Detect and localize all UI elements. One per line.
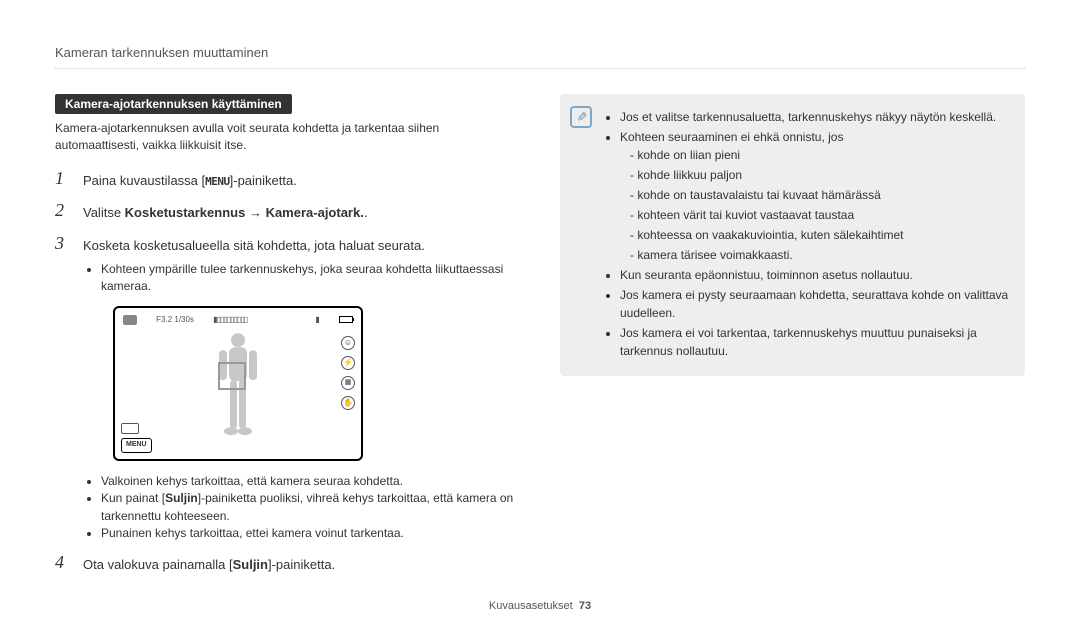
list-item: Valkoinen kehys tarkoittaa, että kamera … (101, 473, 520, 490)
list-item: Jos kamera ei pysty seuraamaan kohdetta,… (620, 286, 1009, 322)
exposure-readout: F3.2 1/30s (156, 314, 194, 326)
mode-icon (123, 315, 137, 325)
note-list: Jos et valitse tarkennusaluetta, tarkenn… (604, 108, 1009, 360)
note-icon (570, 106, 592, 128)
footer-section: Kuvausasetukset (489, 600, 573, 612)
footer-page-number: 73 (579, 600, 591, 612)
subheading-box: Kamera-ajotarkennuksen käyttäminen (55, 94, 292, 114)
battery-icon (339, 316, 353, 323)
camera-right-icons: ☺ ⚡ ▦ ✋ (341, 336, 355, 410)
two-column-layout: Kamera-ajotarkennuksen käyttäminen Kamer… (55, 94, 1025, 585)
after-screen-bullets: Valkoinen kehys tarkoittaa, että kamera … (83, 473, 520, 543)
left-column: Kamera-ajotarkennuksen käyttäminen Kamer… (55, 94, 520, 585)
list-item: Kun painat [Suljin]-painiketta puoliksi,… (101, 490, 520, 525)
page-title: Kameran tarkennuksen muuttaminen (55, 45, 268, 60)
face-detect-icon: ☺ (341, 336, 355, 350)
note-sub-list: kohde on liian pieni kohde liikkuu paljo… (620, 146, 1009, 264)
camera-bottom-left: MENU (121, 423, 152, 453)
step-2: 2 Valitse Kosketustarkennus → Kamera-ajo… (55, 200, 520, 223)
page-header: Kameran tarkennuksen muuttaminen (55, 45, 1025, 69)
step-3: 3 Kosketa kosketusalueella sitä kohdetta… (55, 233, 520, 543)
step-number: 3 (55, 233, 73, 254)
step-number: 2 (55, 200, 73, 221)
step-number: 4 (55, 552, 73, 573)
camera-screen-illustration: F3.2 1/30s ▮▯▯▯▯▯▯▯▯▯ ▮ ☺ ⚡ ▦ ✋ (113, 306, 363, 461)
flag-icon: ▮ (315, 314, 319, 326)
page-footer: Kuvausasetukset 73 (0, 600, 1080, 612)
af-area-icon (121, 423, 139, 434)
subheading-text: Kamera-ajotarkennuksen käyttäminen (65, 97, 282, 111)
list-item: kamera tärisee voimakkaasti. (630, 246, 1009, 264)
step-body: Ota valokuva painamalla [Suljin]-painike… (83, 552, 520, 575)
list-item: kohteessa on vaakakuviointia, kuten säle… (630, 226, 1009, 244)
menu-button-icon: MENU (121, 438, 152, 453)
ev-meter-icon: ▮▯▯▯▯▯▯▯▯▯ (213, 314, 247, 326)
steps-list: 1 Paina kuvaustilassa [MENU]-painiketta.… (55, 168, 520, 575)
list-item: Jos et valitse tarkennusaluetta, tarkenn… (620, 108, 1009, 126)
step-number: 1 (55, 168, 73, 189)
stabilizer-icon: ✋ (341, 396, 355, 410)
timer-icon: ▦ (341, 376, 355, 390)
list-item: Jos kamera ei voi tarkentaa, tarkennuske… (620, 324, 1009, 360)
right-column: Jos et valitse tarkennusaluetta, tarkenn… (560, 94, 1025, 585)
step-body: Kosketa kosketusalueella sitä kohdetta, … (83, 233, 520, 543)
step-4: 4 Ota valokuva painamalla [Suljin]-paini… (55, 552, 520, 575)
list-item: Punainen kehys tarkoittaa, ettei kamera … (101, 525, 520, 542)
list-item: Kohteen seuraaminen ei ehkä onnistu, jos… (620, 128, 1009, 264)
camera-top-bar: F3.2 1/30s ▮▯▯▯▯▯▯▯▯▯ ▮ (123, 314, 353, 326)
list-item: kohteen värit tai kuviot vastaavat taust… (630, 206, 1009, 224)
step-3-sub-list: Kohteen ympärille tulee tarkennuskehys, … (83, 261, 520, 296)
list-item: Kun seuranta epäonnistuu, toiminnon aset… (620, 266, 1009, 284)
step-3-sub-item: Kohteen ympärille tulee tarkennuskehys, … (101, 261, 520, 296)
step-body: Valitse Kosketustarkennus → Kamera-ajota… (83, 200, 520, 223)
step-1: 1 Paina kuvaustilassa [MENU]-painiketta. (55, 168, 520, 191)
flash-icon: ⚡ (341, 356, 355, 370)
note-box: Jos et valitse tarkennusaluetta, tarkenn… (560, 94, 1025, 376)
step-body: Paina kuvaustilassa [MENU]-painiketta. (83, 168, 520, 191)
list-item: kohde on liian pieni (630, 146, 1009, 164)
list-item: kohde liikkuu paljon (630, 166, 1009, 184)
menu-icon: MENU (205, 175, 230, 188)
intro-paragraph: Kamera-ajotarkennuksen avulla voit seura… (55, 120, 520, 154)
list-item: kohde on taustavalaistu tai kuvaat hämär… (630, 186, 1009, 204)
focus-frame-icon (218, 362, 246, 390)
